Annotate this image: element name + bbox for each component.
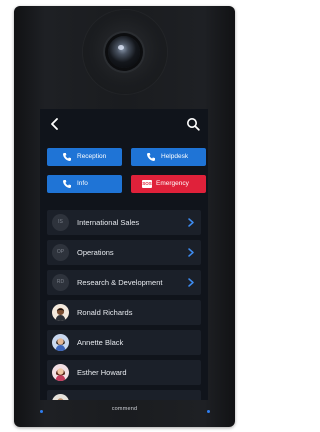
back-arrow-icon[interactable] — [48, 117, 62, 131]
avatar — [52, 334, 69, 351]
group-badge: RD — [52, 274, 69, 291]
reception-button[interactable]: Reception — [47, 148, 122, 166]
camera-lens — [108, 36, 140, 68]
list-item-label: International Sales — [77, 218, 140, 227]
list-item-international-sales[interactable]: IS International Sales — [47, 210, 201, 235]
sos-icon: SOS — [142, 180, 152, 188]
search-icon[interactable] — [186, 117, 200, 131]
avatar — [52, 304, 69, 321]
phone-icon — [63, 153, 71, 161]
list-item-label: Research & Development — [77, 278, 163, 287]
display-screen: Reception Helpdesk Info SOS Emergency IS… — [40, 109, 208, 400]
list-item-annette-black[interactable]: Annette Black — [47, 330, 201, 355]
list-item-operations[interactable]: OP Operations — [47, 240, 201, 265]
list-item-label: Esther Howard — [77, 368, 127, 377]
avatar — [52, 364, 69, 381]
avatar — [52, 394, 69, 400]
chevron-right-icon — [188, 218, 194, 227]
brand-logo: commend — [111, 406, 138, 412]
list-item-label: Operations — [77, 248, 114, 257]
emergency-label: Emergency — [156, 180, 189, 187]
list-item-label: Ronald Richards — [77, 308, 133, 317]
list-item-research-development[interactable]: RD Research & Development — [47, 270, 201, 295]
reception-label: Reception — [77, 153, 107, 160]
group-badge: OP — [52, 244, 69, 261]
list-item-label: Annette Black — [77, 338, 124, 347]
top-bar — [40, 109, 208, 139]
phone-icon — [147, 153, 155, 161]
camera-housing — [83, 10, 167, 94]
chevron-right-icon — [188, 278, 194, 287]
lens-reflection — [118, 45, 124, 50]
info-button[interactable]: Info — [47, 175, 122, 193]
list-item-esther-howard[interactable]: Esther Howard — [47, 360, 201, 385]
list-item-partial[interactable] — [47, 390, 201, 400]
emergency-button[interactable]: SOS Emergency — [131, 175, 206, 193]
info-label: Info — [77, 180, 88, 187]
status-led-right — [207, 410, 210, 413]
intercom-device: Reception Helpdesk Info SOS Emergency IS… — [14, 6, 235, 427]
group-badge: IS — [52, 214, 69, 231]
list-item-ronald-richards[interactable]: Ronald Richards — [47, 300, 201, 325]
chevron-right-icon — [188, 248, 194, 257]
phone-icon — [63, 180, 71, 188]
helpdesk-button[interactable]: Helpdesk — [131, 148, 206, 166]
helpdesk-label: Helpdesk — [161, 153, 189, 160]
